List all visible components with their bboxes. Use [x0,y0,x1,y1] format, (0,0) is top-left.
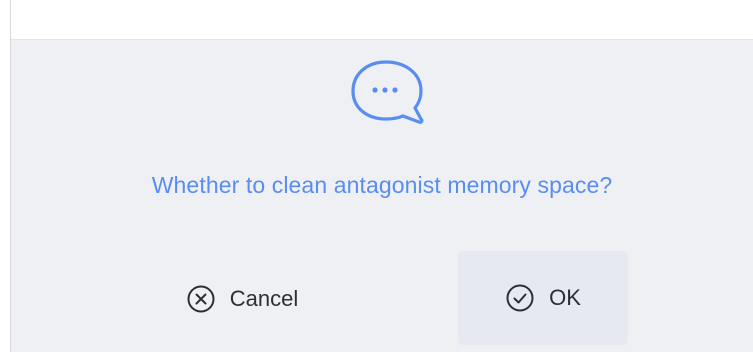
circle-check-icon [505,283,535,313]
cancel-button-label: Cancel [229,286,299,311]
circle-x-icon [186,284,216,314]
dialog-message: Whether to clean antagonist memory space… [151,172,613,198]
cancel-button[interactable]: Cancel [149,255,335,343]
ok-button-label: OK [549,285,581,310]
ok-button[interactable]: OK [458,251,628,345]
chat-bubble-ellipsis-icon [351,60,424,124]
